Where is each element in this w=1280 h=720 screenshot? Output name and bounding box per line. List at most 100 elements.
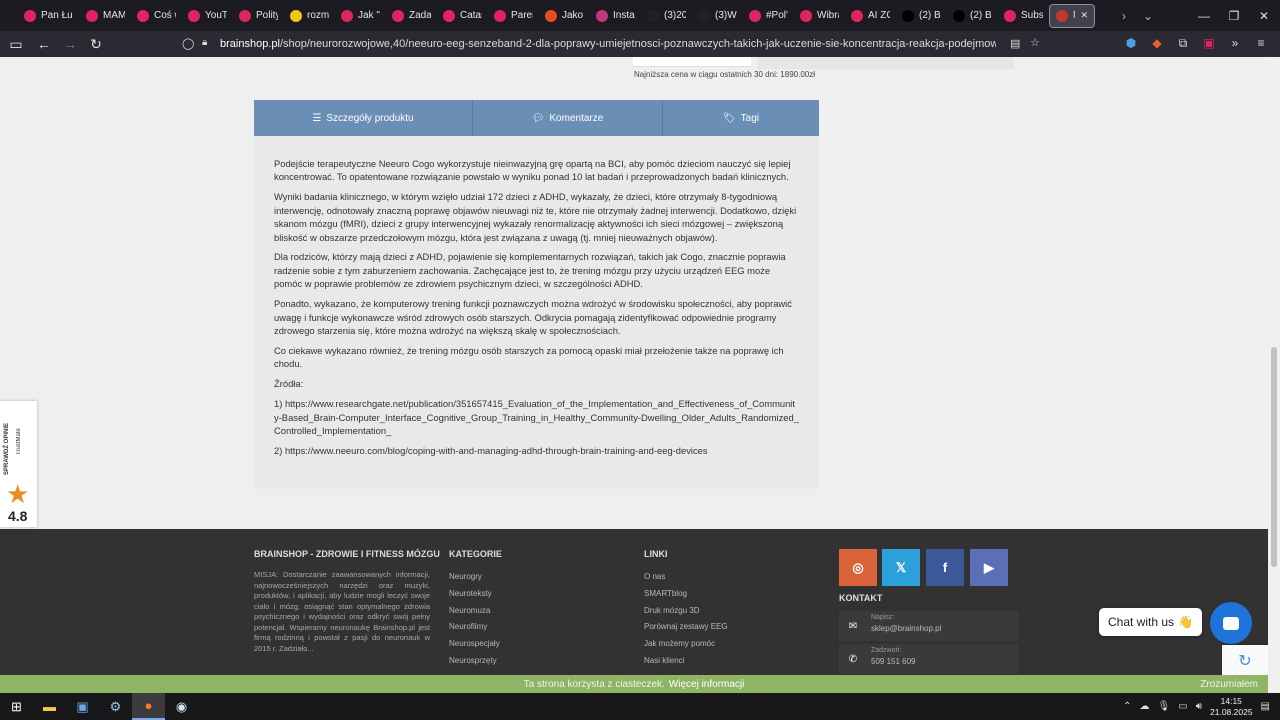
contact-email-label: Napisz:: [871, 614, 895, 621]
cookie-accept-button[interactable]: Zrozumiałem: [1200, 679, 1258, 690]
browser-tab-label: Paren: [511, 10, 533, 21]
footer-link[interactable]: Druk mózgu 3D: [644, 606, 728, 623]
browser-tab[interactable]: Wibra: [794, 4, 845, 28]
browser-tab[interactable]: Subsk: [998, 4, 1049, 28]
browser-tab[interactable]: (3)202: [641, 4, 692, 28]
app-icon[interactable]: ◉: [165, 693, 198, 720]
network-icon[interactable]: ▭: [1178, 701, 1187, 712]
extension-shield-icon[interactable]: ⬢: [1122, 34, 1140, 52]
browser-tab[interactable]: (3)Wo: [692, 4, 743, 28]
facebook-button[interactable]: f: [926, 549, 964, 586]
footer-category-link[interactable]: Neurofilmy: [449, 622, 500, 639]
microphone-icon[interactable]: 🎙︎: [1158, 701, 1171, 712]
browser-tab[interactable]: Jak "k: [335, 4, 386, 28]
menu-icon[interactable]: ≡: [1252, 34, 1270, 52]
browser-tab[interactable]: (2) Bu: [896, 4, 947, 28]
footer-category-link[interactable]: Neuromuza: [449, 606, 500, 623]
footer-link[interactable]: O nas: [644, 572, 728, 589]
notifications-icon[interactable]: ▤: [1261, 701, 1270, 712]
p-icon: [290, 9, 302, 22]
youtube-icon: [239, 9, 251, 22]
remote-desktop-icon[interactable]: ▣: [66, 693, 99, 720]
tray-overflow-icon[interactable]: ⌃: [1123, 701, 1131, 712]
browser-tab[interactable]: AI ZO: [845, 4, 896, 28]
browser-tab[interactable]: rozmo: [284, 4, 335, 28]
youtube-icon: [800, 9, 812, 22]
tab-label: Tagi: [740, 112, 760, 124]
list-all-tabs-icon[interactable]: ⌄: [1136, 9, 1160, 23]
youtube-icon: [494, 9, 506, 22]
browser-tab[interactable]: Paren: [488, 4, 539, 28]
firefox-icon[interactable]: ●: [132, 693, 165, 720]
chat-open-button[interactable]: [1210, 602, 1252, 644]
tab-tags[interactable]: 🏷︎ Tagi: [663, 100, 819, 136]
scroll-tabs-right-icon[interactable]: ›: [1112, 9, 1136, 23]
envelope-icon: ✉: [848, 620, 858, 632]
cloud-icon[interactable]: ☁: [1140, 701, 1150, 712]
footer-category-link[interactable]: Neurospecjały: [449, 639, 500, 656]
scrollbar-thumb[interactable]: [1271, 347, 1277, 567]
sidebar-toggle-icon[interactable]: ▭: [4, 33, 28, 55]
volume-icon[interactable]: 🔊︎: [1196, 701, 1202, 712]
browser-tab[interactable]: Coś w: [131, 4, 182, 28]
more-tools-icon[interactable]: »: [1226, 34, 1244, 52]
extension-badge-icon[interactable]: ▣: [1200, 34, 1218, 52]
recaptcha-badge[interactable]: ↻: [1222, 645, 1268, 677]
shield-icon[interactable]: ◯: [182, 37, 194, 50]
extension-fox-icon[interactable]: ◆: [1148, 34, 1166, 52]
instagram-button[interactable]: ◎: [839, 549, 877, 586]
browser-tab[interactable]: Ne ✕: [1049, 3, 1095, 28]
cookie-more-link[interactable]: Więcej informacji: [669, 679, 745, 690]
youtube-icon: ▶: [984, 559, 994, 575]
address-bar[interactable]: ◯ 🔒︎ brainshop.pl/shop/neurorozwojowe,40…: [176, 33, 1048, 55]
system-tray: ⌃ ☁ 🎙︎ ▭ 🔊︎ 14:15 21.08.2025 ▤: [1123, 693, 1280, 720]
forward-button[interactable]: →: [58, 33, 82, 55]
tab-product-details[interactable]: ☰ Szczegóły produktu: [254, 100, 473, 136]
youtube-button[interactable]: ▶: [970, 549, 1008, 586]
source-link[interactable]: 1) https://www.researchgate.net/publicat…: [274, 397, 799, 437]
footer-category-link[interactable]: Neurogry: [449, 572, 500, 589]
back-button[interactable]: ←: [32, 33, 56, 55]
footer-category-link[interactable]: Neuroteksty: [449, 589, 500, 606]
footer-links-list: O nas SMARTblog Druk mózgu 3D Porównaj z…: [644, 572, 728, 673]
browser-tab[interactable]: Instag: [590, 4, 641, 28]
close-window-button[interactable]: ✕: [1246, 0, 1280, 31]
contact-phone[interactable]: ✆ Zadzwoń: 509 151 609: [839, 644, 1019, 674]
footer-link[interactable]: Porównaj zestawy EEG: [644, 622, 728, 639]
clock[interactable]: 14:15 21.08.2025: [1210, 696, 1253, 718]
source-link[interactable]: 2) https://www.neeuro.com/blog/coping-wi…: [274, 444, 799, 457]
trustmate-label: SPRAWDŹ OPINIE: [4, 422, 10, 475]
windows-taskbar: ⊞ ▬ ▣ ⚙ ● ◉ ⌃ ☁ 🎙︎ ▭ 🔊︎ 14:15 21.08.2025…: [0, 693, 1280, 720]
reload-button[interactable]: ↻: [84, 33, 108, 55]
steam-icon[interactable]: ⚙: [99, 693, 132, 720]
windows-start-icon[interactable]: ⊞: [0, 693, 33, 720]
browser-tab[interactable]: Jako s: [539, 4, 590, 28]
footer-link[interactable]: Nasi klienci: [644, 656, 728, 673]
tab-comments[interactable]: 💬︎ Komentarze: [473, 100, 663, 136]
browser-tab[interactable]: Catast: [437, 4, 488, 28]
bookmark-star-icon[interactable]: ☆: [1030, 36, 1040, 49]
browser-tab[interactable]: MAM: [80, 4, 131, 28]
tab-label: Komentarze: [549, 112, 604, 124]
footer-link[interactable]: Jak możemy pomóc: [644, 639, 728, 656]
close-tab-icon[interactable]: ✕: [1080, 10, 1088, 21]
x-button[interactable]: 𝕏: [882, 549, 920, 586]
trustmate-widget[interactable]: SPRAWDŹ OPINIE TrustMate ★ 4.8: [0, 401, 37, 527]
browser-tab-label: Coś w: [154, 10, 176, 21]
footer-link[interactable]: SMARTblog: [644, 589, 728, 606]
clock-time: 14:15: [1220, 695, 1242, 706]
extensions-icon[interactable]: ⧉: [1174, 34, 1192, 52]
footer-category-link[interactable]: Neurosprzęty: [449, 656, 500, 673]
lock-icon[interactable]: 🔒︎: [202, 37, 207, 48]
browser-tab[interactable]: YouTu: [182, 4, 233, 28]
chat-prompt[interactable]: Chat with us 👋: [1099, 608, 1202, 636]
page-scrollbar[interactable]: [1268, 57, 1280, 693]
contact-email[interactable]: ✉ Napisz: sklep@brainshop.pl: [839, 611, 1019, 641]
browser-tab[interactable]: #Pol'e: [743, 4, 794, 28]
file-explorer-icon[interactable]: ▬: [33, 693, 66, 720]
browser-tab[interactable]: Pan Łu: [18, 4, 80, 28]
browser-tab[interactable]: (2) Be: [947, 4, 998, 28]
browser-tab[interactable]: Polity: [233, 4, 284, 28]
reader-view-icon[interactable]: ▤: [1010, 37, 1020, 50]
browser-tab[interactable]: Zadal: [386, 4, 437, 28]
